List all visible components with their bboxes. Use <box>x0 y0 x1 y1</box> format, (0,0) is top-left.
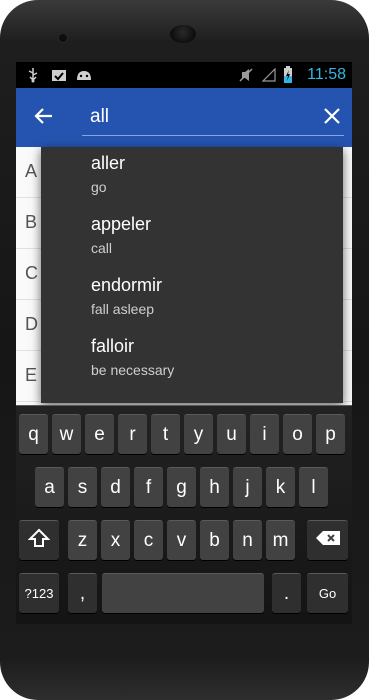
backspace-icon <box>315 530 341 552</box>
comma-key[interactable]: , <box>68 573 97 613</box>
mute-icon <box>238 67 254 83</box>
suggestion-translation: go <box>91 179 107 195</box>
key-i[interactable]: i <box>250 414 279 454</box>
symbols-key[interactable]: ?123 <box>19 573 59 613</box>
key-j[interactable]: j <box>233 467 262 507</box>
android-icon <box>74 67 94 83</box>
key-r[interactable]: r <box>118 414 147 454</box>
suggestion-word: endormir <box>91 275 163 295</box>
soft-keyboard: q w e r t y u i o p a s d f g h j k l z … <box>16 405 352 624</box>
back-arrow-icon[interactable] <box>32 104 56 128</box>
no-signal-icon <box>261 67 277 83</box>
suggestion-item[interactable]: falloir be necessary <box>41 330 343 391</box>
key-k[interactable]: k <box>266 467 295 507</box>
key-g[interactable]: g <box>167 467 196 507</box>
key-n[interactable]: n <box>233 520 262 560</box>
period-key[interactable]: . <box>272 573 301 613</box>
battery-charging-icon <box>282 66 294 83</box>
suggestion-translation: fall asleep <box>91 301 155 317</box>
go-key[interactable]: Go <box>307 573 348 613</box>
space-key[interactable] <box>102 573 264 613</box>
search-app-bar <box>16 88 352 147</box>
search-input[interactable] <box>90 102 330 132</box>
shift-icon <box>27 528 51 554</box>
key-f[interactable]: f <box>134 467 163 507</box>
suggestion-word: appeler <box>91 214 152 234</box>
backspace-key[interactable] <box>307 520 348 560</box>
key-c[interactable]: c <box>134 520 163 560</box>
shift-key[interactable] <box>19 520 59 560</box>
key-o[interactable]: o <box>283 414 312 454</box>
suggestion-word: aller <box>91 153 126 173</box>
clear-search-icon[interactable] <box>320 104 344 128</box>
key-s[interactable]: s <box>68 467 97 507</box>
key-z[interactable]: z <box>68 520 97 560</box>
key-y[interactable]: y <box>184 414 213 454</box>
suggestion-translation: be necessary <box>91 362 175 378</box>
key-h[interactable]: h <box>200 467 229 507</box>
key-b[interactable]: b <box>200 520 229 560</box>
clipboard-check-icon <box>50 67 68 83</box>
key-v[interactable]: v <box>167 520 196 560</box>
suggestion-word: falloir <box>91 336 135 356</box>
suggestion-translation: call <box>91 240 113 256</box>
list-letter: C <box>25 263 38 283</box>
phone-frame: 11:58 A B C D E aller go <box>0 0 369 700</box>
phone-chin <box>0 624 369 700</box>
list-letter: A <box>25 161 38 181</box>
status-bar: 11:58 <box>16 62 352 88</box>
suggestion-item[interactable]: aller go <box>41 147 343 208</box>
suggestion-dropdown: aller go appeler call endormir fall asle… <box>41 147 343 403</box>
list-letter: E <box>25 365 38 385</box>
key-u[interactable]: u <box>217 414 246 454</box>
key-a[interactable]: a <box>35 467 64 507</box>
key-e[interactable]: e <box>85 414 114 454</box>
key-p[interactable]: p <box>316 414 345 454</box>
earpiece-speaker <box>170 25 196 43</box>
front-camera <box>58 33 68 43</box>
key-m[interactable]: m <box>266 520 295 560</box>
key-d[interactable]: d <box>101 467 130 507</box>
list-letter: B <box>25 212 38 232</box>
status-time: 11:58 <box>307 66 346 83</box>
suggestion-item[interactable]: endormir fall asleep <box>41 269 343 330</box>
suggestion-item[interactable]: appeler call <box>41 208 343 269</box>
key-l[interactable]: l <box>299 467 328 507</box>
list-letter: D <box>25 314 38 334</box>
key-x[interactable]: x <box>101 520 130 560</box>
screen: 11:58 A B C D E aller go <box>16 62 352 624</box>
key-w[interactable]: w <box>52 414 81 454</box>
key-t[interactable]: t <box>151 414 180 454</box>
usb-icon <box>26 67 40 83</box>
search-underline <box>82 135 344 136</box>
key-q[interactable]: q <box>19 414 48 454</box>
